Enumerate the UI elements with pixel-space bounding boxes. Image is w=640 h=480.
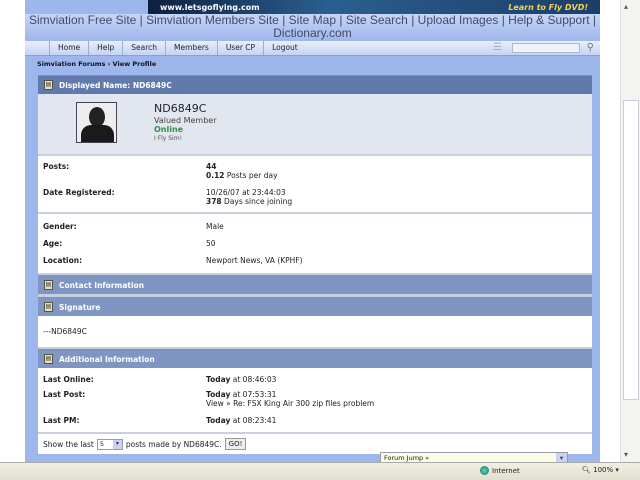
profile-name: ND6849C [154, 102, 207, 115]
globe-icon [480, 466, 489, 475]
signature-text: ---ND6849C [38, 316, 592, 347]
show-last-label: Show the last [43, 439, 94, 449]
profile-rank: Valued Member [154, 116, 217, 125]
stats-section: Posts: 44 0.12 Posts per day Date Register… [38, 156, 592, 214]
menu-help[interactable]: Help [88, 41, 122, 55]
scroll-thumb[interactable] [623, 100, 639, 400]
profile-header: ▤ Displayed Name: ND6849C [38, 75, 592, 94]
link-free-site[interactable]: Simviation Free Site [29, 13, 136, 27]
days-since-joining: 378 [206, 197, 222, 206]
location-label: Location: [43, 256, 83, 265]
zoom-level: 100% [593, 466, 614, 474]
age-label: Age: [43, 239, 63, 248]
banner-url: www.letsgoflying.com [160, 2, 260, 12]
site-links: Simviation Free Site | Simviation Member… [25, 14, 600, 41]
link-help-support[interactable]: Help & Support [508, 13, 589, 27]
gender-label: Gender: [43, 222, 77, 231]
scroll-down-icon[interactable]: ▾ [624, 450, 628, 459]
show-last-suffix: posts made by ND6849C. [125, 439, 222, 449]
breadcrumb[interactable]: Simviation Forums › View Profile [37, 60, 156, 68]
last-online-day: Today [206, 375, 231, 384]
gender-value: Male [206, 222, 224, 231]
avatar [76, 102, 117, 143]
additional-header[interactable]: ▤ Additional Information [38, 349, 592, 368]
posts-count: 44 [206, 162, 217, 171]
zoom-icon: 🔍︎ [582, 466, 591, 474]
status-bar: Internet 🔍︎ 100% ▾ [0, 462, 640, 480]
search-icon[interactable]: ⚲ [587, 42, 594, 53]
ad-banner[interactable]: www.letsgoflying.com Learn to Fly DVD! [148, 0, 600, 14]
menu-bar: Home Help Search Members User CP Logout … [25, 41, 600, 56]
last-post-label: Last Post: [43, 390, 86, 399]
zone-label: Internet [492, 466, 520, 475]
list-icon[interactable]: ☰ [493, 42, 502, 53]
last-pm-label: Last PM: [43, 416, 80, 425]
profile-card-icon: ▤ [44, 80, 53, 90]
online-status: Online [154, 125, 184, 134]
contact-title: Contact Information [59, 281, 145, 290]
date-registered: 10/26/07 at 23:44:03 [206, 188, 286, 197]
location-value: Newport News, VA (KPHF) [206, 256, 303, 265]
additional-section: Last Online: Today at 08:46:03 Last Post:… [38, 368, 592, 432]
info-section: Gender: Male Age: 50 Location: Newport News… [38, 214, 592, 275]
zoom-control[interactable]: 🔍︎ 100% ▾ [582, 466, 619, 474]
posts-label: Posts: [43, 162, 70, 171]
menu-members[interactable]: Members [165, 41, 217, 55]
posts-per-day: 0.12 [206, 171, 225, 180]
banner-slogan: Learn to Fly DVD! [508, 2, 588, 12]
scrollbar[interactable]: ▴ ▾ [620, 0, 640, 462]
last-pm-day: Today [206, 416, 231, 425]
link-dictionary[interactable]: Dictionary.com [273, 26, 351, 40]
signature-header[interactable]: ▤ Signature [38, 297, 592, 316]
last-post-link[interactable]: View » Re: FSX King Air 300 zip files pr… [206, 399, 374, 408]
link-upload-images[interactable]: Upload Images [418, 13, 499, 27]
menu-search[interactable]: Search [122, 41, 165, 55]
menu-logout[interactable]: Logout [263, 41, 306, 55]
last-online-time: at 08:46:03 [232, 375, 277, 384]
menu-home[interactable]: Home [49, 41, 88, 55]
last-post-day: Today [206, 390, 231, 399]
show-last-posts: Show the last 5 ▾ posts made by ND6849C. … [38, 432, 592, 454]
forum-jump-label: Forum Jump » [384, 454, 430, 462]
last-pm-time: at 08:23:41 [232, 416, 277, 425]
date-registered-label: Date Registered: [43, 188, 115, 197]
age-value: 50 [206, 239, 216, 248]
page: www.letsgoflying.com Learn to Fly DVD! Si… [25, 0, 600, 462]
post-count-value: 5 [99, 439, 104, 448]
profile-motto: I Fly Sim! [154, 135, 182, 142]
days-label: Days since joining [224, 197, 293, 206]
security-zone: Internet [480, 466, 520, 475]
menu-user-cp[interactable]: User CP [216, 41, 263, 55]
link-site-map[interactable]: Site Map [289, 13, 336, 27]
additional-title: Additional Information [59, 355, 155, 364]
scroll-up-icon[interactable]: ▴ [624, 2, 628, 11]
signature-title: Signature [59, 303, 101, 312]
contact-icon: ▤ [44, 280, 53, 290]
search-input[interactable] [512, 43, 580, 53]
link-members-site[interactable]: Simviation Members Site [146, 13, 279, 27]
additional-icon: ▤ [44, 354, 53, 364]
profile-panel: ▤ Displayed Name: ND6849C ND6849C Valued … [38, 75, 592, 454]
contact-header[interactable]: ▤ Contact Information [38, 275, 592, 294]
displayed-name: Displayed Name: ND6849C [59, 81, 172, 90]
profile-summary: ND6849C Valued Member Online I Fly Sim! [38, 94, 592, 156]
link-site-search[interactable]: Site Search [346, 13, 408, 27]
last-online-label: Last Online: [43, 375, 94, 384]
chevron-down-icon: ▾ [112, 439, 122, 449]
last-post-time: at 07:53:31 [232, 390, 277, 399]
posts-per-day-label: Posts per day [226, 171, 278, 180]
post-count-select[interactable]: 5 ▾ [96, 438, 123, 450]
go-button[interactable]: GO! [224, 438, 247, 450]
signature-icon: ▤ [44, 302, 53, 312]
